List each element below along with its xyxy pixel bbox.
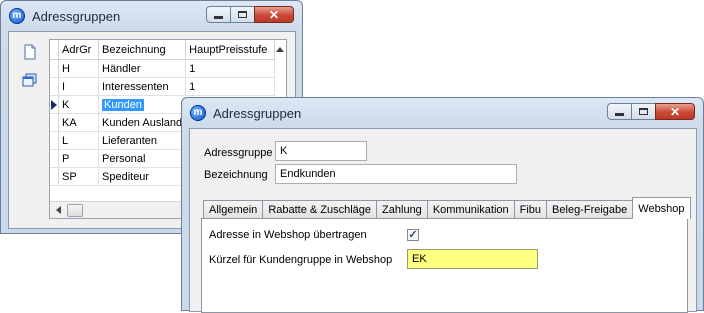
maximize-icon	[639, 108, 648, 115]
cell-adrgr[interactable]: H	[58, 59, 99, 78]
cell-bezeichnung[interactable]: Interessenten	[98, 77, 187, 96]
column-header-hauptpreisstufe[interactable]: HauptPreisstufe	[185, 40, 276, 60]
cell-adrgr[interactable]: I	[58, 77, 99, 96]
cell-adrgr[interactable]: P	[58, 149, 99, 168]
tab-webshop[interactable]: Webshop	[632, 197, 691, 219]
cell-adrgr[interactable]: L	[58, 131, 99, 150]
table-row[interactable]: I Interessenten 1	[50, 77, 276, 96]
adressgruppe-field[interactable]: K	[275, 141, 367, 161]
cell-bezeichnung[interactable]: Personal	[98, 149, 187, 168]
minimize-icon	[214, 16, 223, 19]
row-indicator	[50, 131, 59, 150]
close-button[interactable]: ✕	[254, 6, 294, 23]
maximize-icon	[238, 11, 247, 18]
row-indicator	[50, 59, 59, 78]
tab-rabatte-zuschlaege[interactable]: Rabatte & Zuschläge	[262, 200, 378, 218]
row-indicator	[50, 77, 59, 96]
new-document-icon[interactable]	[22, 44, 38, 60]
grid-header-row: AdrGr Bezeichnung HauptPreisstufe	[50, 40, 276, 60]
cell-bezeichnung[interactable]: Lieferanten	[98, 131, 187, 150]
front-window-controls: ✕	[607, 103, 695, 120]
scroll-left-arrow-icon[interactable]	[55, 206, 61, 214]
column-header-bezeichnung[interactable]: Bezeichnung	[98, 40, 187, 60]
webshop-transfer-checkbox[interactable]: ✓	[407, 229, 419, 241]
back-window-titlebar[interactable]: m Adressgruppen ✕	[9, 3, 294, 29]
row-indicator	[50, 113, 59, 132]
front-window: m Adressgruppen ✕ Adressgruppe K Bezeich…	[181, 97, 704, 313]
back-window-controls: ✕	[206, 6, 294, 23]
scrollbar-thumb[interactable]	[67, 204, 83, 217]
minimize-button[interactable]	[206, 6, 231, 23]
close-icon: ✕	[268, 7, 280, 22]
tab-beleg-freigabe[interactable]: Beleg-Freigabe	[546, 200, 634, 218]
webshop-tab-panel: Adresse in Webshop übertragen ✓ Kürzel f…	[201, 218, 688, 313]
tab-fibu[interactable]: Fibu	[513, 200, 548, 218]
front-window-title: Adressgruppen	[213, 105, 302, 121]
table-row[interactable]: H Händler 1	[50, 59, 276, 78]
cell-bezeichnung[interactable]: Kunden Ausland	[98, 113, 187, 132]
selected-cell-text: Kunden	[102, 98, 144, 111]
cell-adrgr[interactable]: SP	[58, 167, 99, 186]
tab-strip: Allgemein Rabatte & Zuschläge Zahlung Ko…	[203, 197, 691, 219]
column-header-adrgr[interactable]: AdrGr	[58, 40, 99, 60]
scroll-up-arrow-icon[interactable]	[276, 46, 284, 52]
webshop-transfer-label: Adresse in Webshop übertragen	[209, 229, 367, 241]
app-icon: m	[190, 105, 206, 121]
close-icon: ✕	[669, 104, 681, 119]
current-row-arrow-icon	[51, 99, 57, 110]
row-indicator	[50, 167, 59, 186]
front-window-titlebar[interactable]: m Adressgruppen ✕	[190, 100, 695, 126]
bezeichnung-field[interactable]: Endkunden	[275, 164, 517, 184]
back-window-title: Adressgruppen	[32, 8, 121, 24]
maximize-button[interactable]	[631, 103, 656, 120]
row-indicator	[50, 95, 59, 114]
copy-windows-icon[interactable]	[22, 72, 38, 88]
row-indicator	[50, 149, 59, 168]
row-indicator-header	[50, 40, 59, 60]
cell-adrgr[interactable]: KA	[58, 113, 99, 132]
kuerzel-label: Kürzel für Kundengruppe in Webshop	[209, 254, 393, 266]
front-window-client: Adressgruppe K Bezeichnung Endkunden All…	[189, 128, 697, 313]
adressgruppe-label: Adressgruppe	[204, 147, 273, 159]
tab-zahlung[interactable]: Zahlung	[376, 200, 428, 218]
checkmark-icon: ✓	[408, 229, 418, 241]
tab-allgemein[interactable]: Allgemein	[203, 200, 264, 218]
maximize-button[interactable]	[230, 6, 255, 23]
minimize-icon	[615, 113, 624, 116]
close-button[interactable]: ✕	[655, 103, 695, 120]
tab-kommunikation[interactable]: Kommunikation	[426, 200, 515, 218]
cell-hauptpreisstufe[interactable]: 1	[185, 77, 276, 96]
minimize-button[interactable]	[607, 103, 632, 120]
bezeichnung-label: Bezeichnung	[204, 169, 268, 181]
cell-hauptpreisstufe[interactable]: 1	[185, 59, 276, 78]
app-icon: m	[9, 8, 25, 24]
cell-bezeichnung-selected[interactable]: Kunden	[98, 95, 187, 114]
cell-bezeichnung[interactable]: Spediteur	[98, 167, 187, 186]
kuerzel-field[interactable]: EK	[407, 249, 538, 269]
cell-bezeichnung[interactable]: Händler	[98, 59, 187, 78]
cell-adrgr[interactable]: K	[58, 95, 99, 114]
